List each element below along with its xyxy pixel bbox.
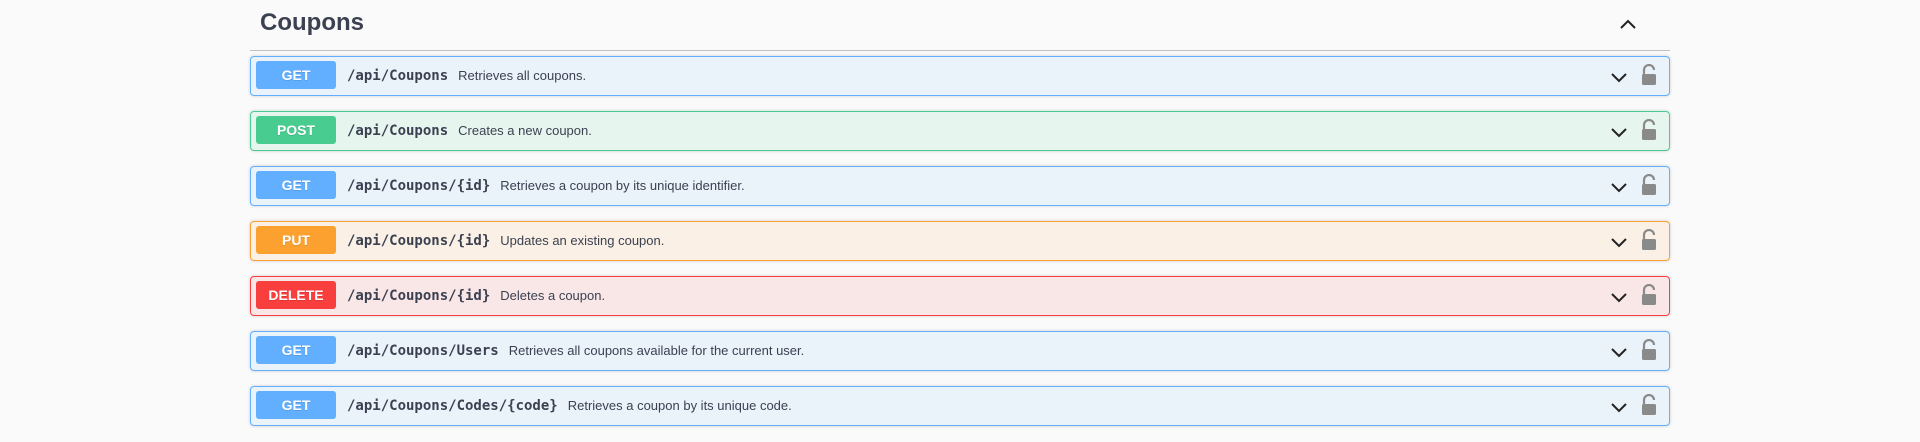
- operation-summary: Creates a new coupon.: [458, 123, 592, 138]
- tag-header[interactable]: Coupons: [250, 0, 1670, 51]
- operation-row[interactable]: POST /api/Coupons Creates a new coupon.: [250, 111, 1670, 151]
- operation-path: /api/Coupons/Users Retrieves all coupons …: [347, 343, 804, 359]
- operation-row[interactable]: GET /api/Coupons/Codes/{code} Retrieves a…: [250, 386, 1670, 426]
- method-badge: GET: [256, 336, 336, 364]
- operation-row[interactable]: PUT /api/Coupons/{id} Updates an existing…: [250, 221, 1670, 261]
- operation-summary: Retrieves a coupon by its unique identif…: [500, 178, 745, 193]
- method-badge: DELETE: [256, 281, 336, 309]
- operation-summary: Retrieves all coupons.: [458, 68, 587, 83]
- path-text: /api/Coupons: [347, 68, 449, 84]
- chevron-down-icon[interactable]: [1609, 67, 1629, 87]
- operation-path: /api/Coupons/{id} Retrieves a coupon by i…: [347, 178, 745, 194]
- coupons-section: Coupons GET /api/Coupons Retrieves all co…: [250, 0, 1670, 441]
- method-badge: POST: [256, 116, 336, 144]
- method-badge: GET: [256, 171, 336, 199]
- chevron-down-icon[interactable]: [1609, 287, 1629, 307]
- chevron-down-icon[interactable]: [1609, 232, 1629, 252]
- chevron-down-icon[interactable]: [1609, 342, 1629, 362]
- unlocked-padlock-icon[interactable]: [1639, 64, 1659, 86]
- chevron-down-icon[interactable]: [1609, 177, 1629, 197]
- operation-summary: Retrieves a coupon by its unique code.: [567, 398, 792, 413]
- operation-row[interactable]: GET /api/Coupons/{id} Retrieves a coupon …: [250, 166, 1670, 206]
- operation-row[interactable]: DELETE /api/Coupons/{id} Deletes a coupon…: [250, 276, 1670, 316]
- unlocked-padlock-icon[interactable]: [1639, 284, 1659, 306]
- method-badge: GET: [256, 391, 336, 419]
- tag-title: Coupons: [260, 9, 364, 36]
- operation-path: /api/Coupons/Codes/{code} Retrieves a cou…: [347, 398, 792, 414]
- operation-summary: Retrieves all coupons available for the …: [508, 343, 805, 358]
- operation-summary: Deletes a coupon.: [500, 288, 606, 303]
- method-badge: PUT: [256, 226, 336, 254]
- path-text: /api/Coupons/Users: [347, 343, 499, 359]
- operation-path: /api/Coupons Creates a new coupon.: [347, 123, 592, 139]
- path-text: /api/Coupons/Codes/{code}: [347, 398, 558, 414]
- unlocked-padlock-icon[interactable]: [1639, 119, 1659, 141]
- operation-path: /api/Coupons Retrieves all coupons.: [347, 68, 586, 84]
- chevron-down-icon[interactable]: [1609, 122, 1629, 142]
- operation-row[interactable]: GET /api/Coupons/Users Retrieves all coup…: [250, 331, 1670, 371]
- operation-path: /api/Coupons/{id} Deletes a coupon.: [347, 288, 605, 304]
- unlocked-padlock-icon[interactable]: [1639, 339, 1659, 361]
- unlocked-padlock-icon[interactable]: [1639, 229, 1659, 251]
- method-badge: GET: [256, 61, 336, 89]
- path-text: /api/Coupons/{id}: [347, 288, 491, 304]
- unlocked-padlock-icon[interactable]: [1639, 174, 1659, 196]
- operation-summary: Updates an existing coupon.: [500, 233, 665, 248]
- operation-path: /api/Coupons/{id} Updates an existing cou…: [347, 233, 664, 249]
- path-text: /api/Coupons/{id}: [347, 178, 491, 194]
- operation-row[interactable]: GET /api/Coupons Retrieves all coupons.: [250, 56, 1670, 96]
- chevron-up-icon[interactable]: [1616, 12, 1640, 36]
- unlocked-padlock-icon[interactable]: [1639, 394, 1659, 416]
- chevron-down-icon[interactable]: [1609, 397, 1629, 417]
- path-text: /api/Coupons: [347, 123, 449, 139]
- path-text: /api/Coupons/{id}: [347, 233, 491, 249]
